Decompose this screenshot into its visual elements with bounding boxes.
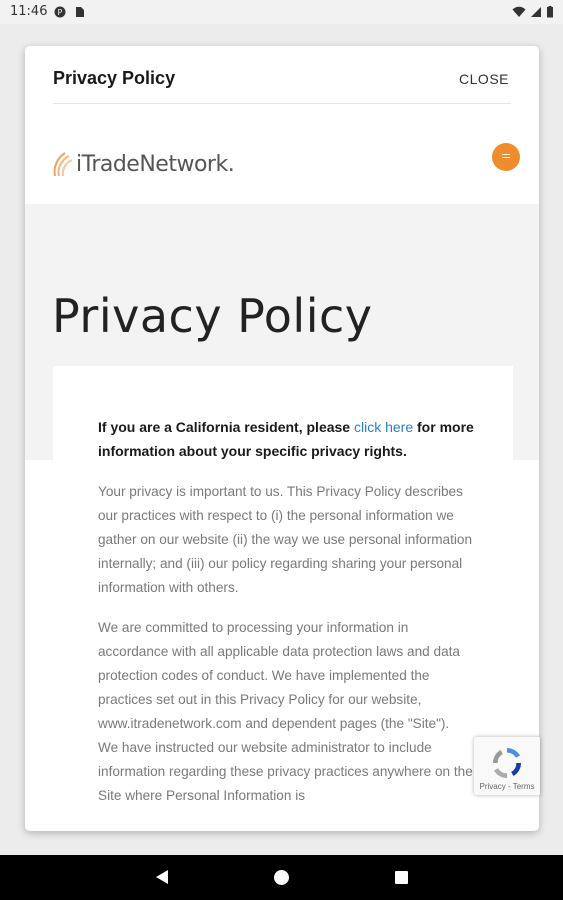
back-icon[interactable]: [155, 869, 169, 885]
modal-header: Privacy Policy CLOSE: [25, 46, 539, 104]
menu-button[interactable]: [492, 143, 520, 171]
privacy-modal: Privacy Policy CLOSE iTradeNetwork. Priv…: [25, 46, 539, 831]
status-bar: 11:46 P: [0, 0, 563, 24]
recaptcha-icon: [493, 748, 521, 778]
signal-icon: [531, 7, 541, 17]
policy-paragraph-2: We are committed to processing your info…: [98, 620, 473, 803]
svg-text:P: P: [58, 8, 63, 17]
recaptcha-links[interactable]: Privacy - Terms: [474, 782, 540, 791]
wifi-icon: [512, 6, 526, 17]
logo-text: iTradeNetwork.: [76, 151, 235, 177]
home-icon[interactable]: [274, 870, 289, 885]
android-nav-bar: [0, 855, 563, 900]
app-notification-icon: P: [54, 6, 66, 18]
sd-card-icon: [76, 7, 84, 17]
content-card: If you are a California resident, please…: [53, 366, 513, 831]
california-notice: If you are a California resident, please…: [98, 415, 478, 463]
battery-icon: [547, 6, 553, 18]
status-time: 11:46: [10, 4, 48, 19]
policy-paragraph-1: Your privacy is important to us. This Pr…: [98, 484, 473, 595]
click-here-link[interactable]: click here: [354, 419, 413, 435]
close-button[interactable]: CLOSE: [459, 71, 509, 87]
california-notice-text: If you are a California resident, please: [98, 419, 354, 435]
modal-title: Privacy Policy: [53, 68, 176, 88]
logo-mark-icon: [53, 152, 73, 177]
recents-icon[interactable]: [395, 871, 408, 884]
page-title: Privacy Policy: [52, 288, 373, 343]
site-header: iTradeNetwork.: [25, 104, 539, 204]
menu-line-icon: [502, 154, 510, 155]
menu-line-icon: [502, 157, 510, 158]
recaptcha-badge[interactable]: Privacy - Terms: [474, 737, 540, 795]
itradenetwork-logo[interactable]: iTradeNetwork.: [51, 148, 235, 180]
